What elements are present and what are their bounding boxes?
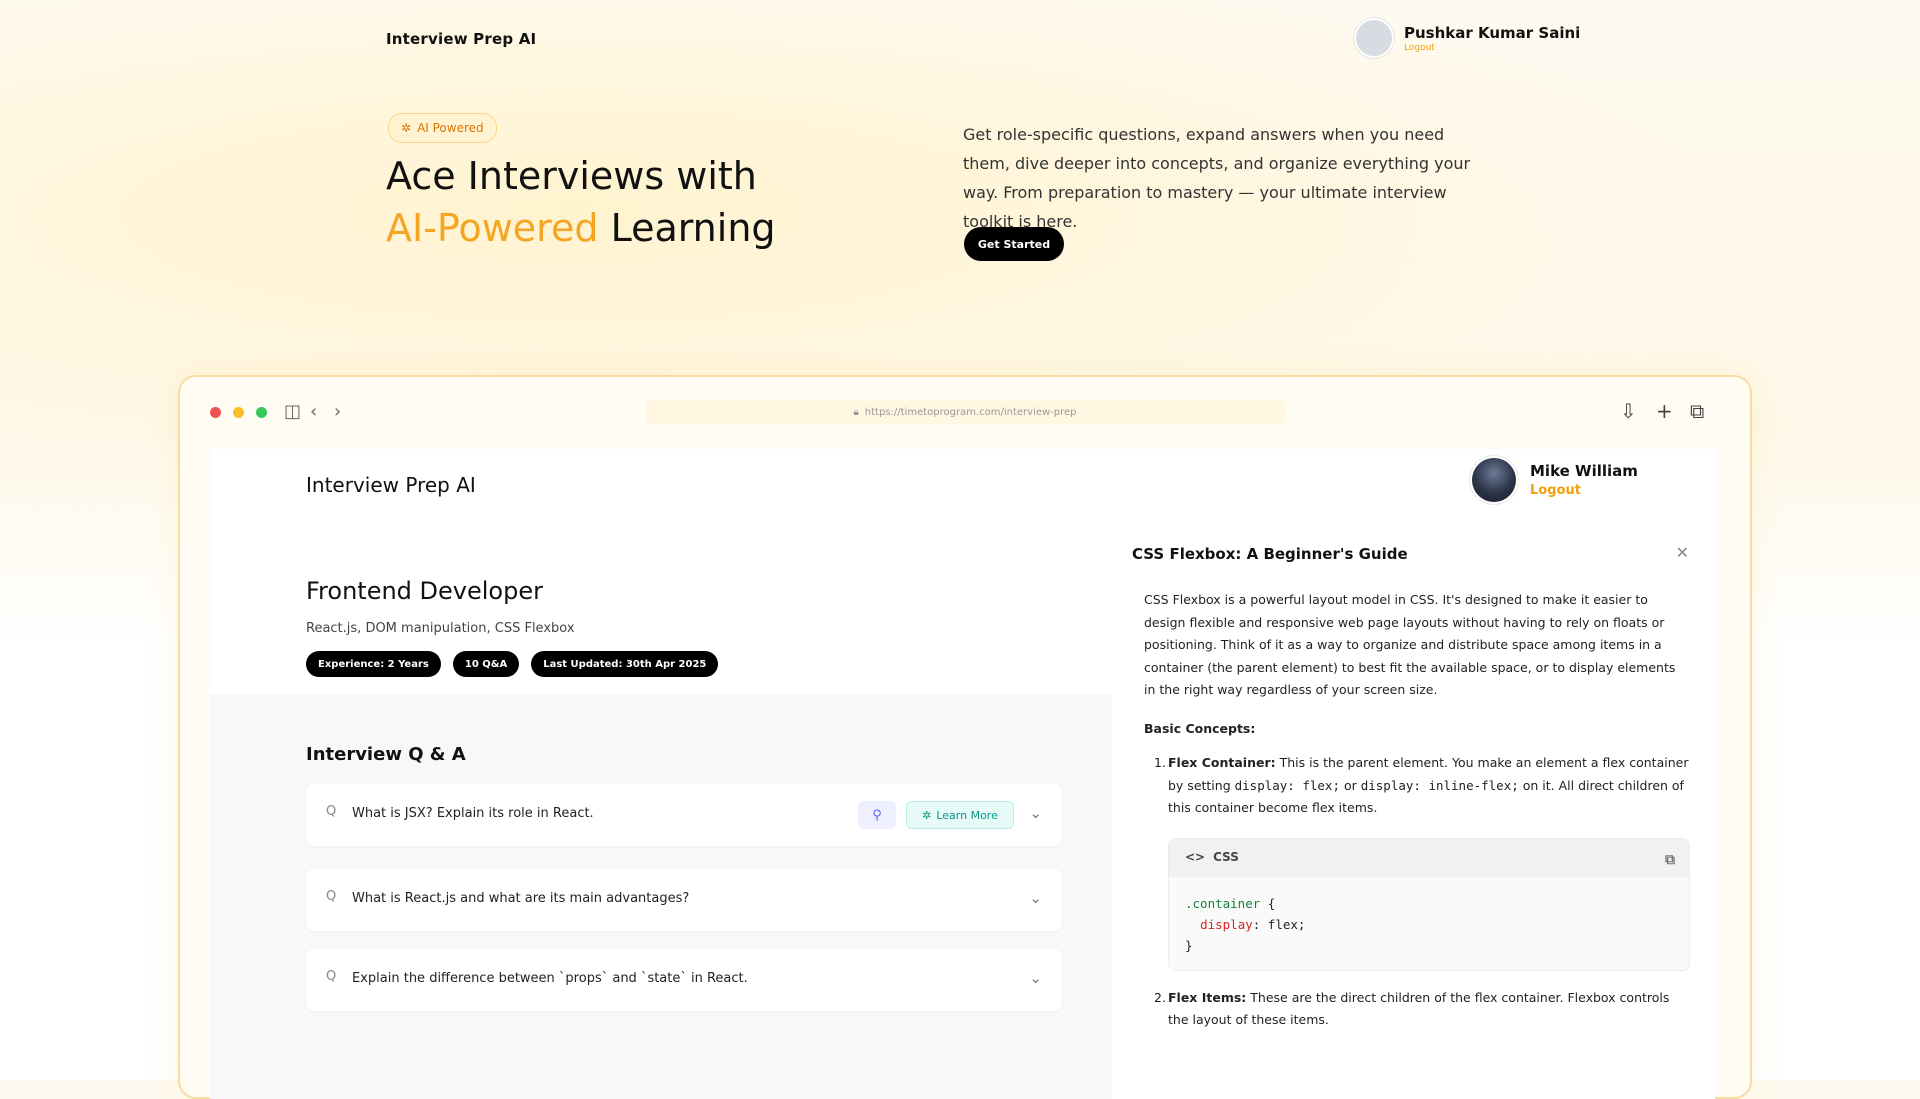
code-block-header: <> CSS ⧉ xyxy=(1169,838,1689,877)
forward-icon[interactable]: › xyxy=(334,401,341,422)
site-user[interactable]: Pushkar Kumar Saini Logout xyxy=(1354,18,1580,58)
app-user-info: Mike William Logout xyxy=(1530,462,1638,498)
question-icon: Q xyxy=(326,889,337,904)
code-block: <> CSS ⧉ .container { display: flex; } xyxy=(1168,837,1690,971)
list-label: Flex Container: xyxy=(1168,755,1276,770)
session-pane: Frontend Developer React.js, DOM manipul… xyxy=(210,519,1112,1099)
pin-button[interactable]: ⚲ xyxy=(858,801,896,829)
get-started-button[interactable]: Get Started xyxy=(964,227,1064,261)
learn-more-label: Learn More xyxy=(936,808,998,822)
copy-icon[interactable]: ⧉ xyxy=(1665,849,1675,872)
inline-code: display: flex; xyxy=(1234,777,1340,793)
badge-label: AI Powered xyxy=(417,121,484,135)
question-icon: Q xyxy=(326,804,337,819)
site-brand[interactable]: Interview Prep AI xyxy=(386,30,536,48)
hero-description: Get role-specific questions, expand answ… xyxy=(963,125,1471,231)
url-text: https://timetoprogram.com/interview-prep xyxy=(864,406,1077,418)
app-user[interactable]: Mike William Logout xyxy=(1472,458,1638,502)
drawer-intro: CSS Flexbox is a powerful layout model i… xyxy=(1144,592,1676,697)
ai-powered-badge: ✲ AI Powered xyxy=(388,113,497,143)
hero-title-rest: Learning xyxy=(598,206,776,250)
section-heading: Basic Concepts: xyxy=(1144,720,1256,736)
hero-title: Ace Interviews with AI-Powered Learning xyxy=(386,150,776,254)
qa-title: Interview Q & A xyxy=(306,744,466,765)
qa-count-pill: 10 Q&A xyxy=(452,651,520,677)
logout-link[interactable]: Logout xyxy=(1530,483,1638,498)
app-header: Interview Prep AI Mike William Logout xyxy=(210,449,1715,520)
sidebar-icon[interactable]: ◫ xyxy=(284,401,301,422)
role-title: Frontend Developer xyxy=(306,577,543,605)
qa-item[interactable]: Q What is JSX? Explain its role in React… xyxy=(306,784,1062,846)
inline-code: display: inline-flex; xyxy=(1360,777,1519,793)
list-number: 1. xyxy=(1154,755,1166,770)
maximize-dot-icon xyxy=(256,407,267,418)
avatar[interactable] xyxy=(1472,458,1516,502)
app-window: Interview Prep AI Mike William Logout Fr… xyxy=(210,449,1715,1099)
list-number: 2. xyxy=(1154,989,1166,1005)
browser-mockup: ◫ ‹ › 🔒︎ https://timetoprogram.com/inter… xyxy=(178,375,1752,1099)
new-tab-icon[interactable]: + xyxy=(1656,399,1673,423)
chevron-down-icon[interactable]: ⌄ xyxy=(1029,969,1042,987)
lock-icon: 🔒︎ xyxy=(853,406,859,418)
url-bar[interactable]: 🔒︎ https://timetoprogram.com/interview-p… xyxy=(645,399,1285,425)
hero-title-line2: AI-Powered Learning xyxy=(386,202,776,254)
learn-more-button[interactable]: ✲ Learn More xyxy=(906,801,1014,829)
session-pills: Experience: 2 Years 10 Q&A Last Updated:… xyxy=(306,651,719,677)
qa-item[interactable]: Q What is React.js and what are its main… xyxy=(306,869,1062,931)
chevron-down-icon[interactable]: ⌄ xyxy=(1029,804,1042,822)
code-content: .container { display: flex; } xyxy=(1185,895,1306,953)
role-topics: React.js, DOM manipulation, CSS Flexbox xyxy=(306,621,575,636)
learn-more-drawer: CSS Flexbox: A Beginner's Guide ✕ CSS Fl… xyxy=(1112,519,1715,1099)
drawer-title: CSS Flexbox: A Beginner's Guide xyxy=(1132,545,1408,563)
site-user-info: Pushkar Kumar Saini Logout xyxy=(1404,24,1580,53)
list-item: 2. Flex Items: These are the direct chil… xyxy=(1144,987,1689,1032)
list-label: Flex Items: xyxy=(1168,989,1247,1005)
question-text: Explain the difference between `props` a… xyxy=(352,971,748,986)
user-name: Mike William xyxy=(1530,462,1638,480)
question-text: What is JSX? Explain its role in React. xyxy=(352,806,594,821)
qa-item[interactable]: Q Explain the difference between `props`… xyxy=(306,949,1062,1011)
avatar[interactable] xyxy=(1354,18,1394,58)
minimize-dot-icon xyxy=(233,407,244,418)
close-icon[interactable]: ✕ xyxy=(1676,543,1689,562)
copy-tabs-icon[interactable]: ⧉ xyxy=(1690,399,1704,423)
code-lang: CSS xyxy=(1213,850,1239,865)
hero-title-accent: AI-Powered xyxy=(386,206,599,250)
sparkle-icon: ✲ xyxy=(922,808,932,822)
user-name: Pushkar Kumar Saini xyxy=(1404,23,1581,42)
close-dot-icon xyxy=(210,407,221,418)
logout-link[interactable]: Logout xyxy=(1404,43,1580,53)
pin-icon: ⚲ xyxy=(872,807,882,823)
list-text: or xyxy=(1339,777,1361,793)
chevron-down-icon[interactable]: ⌄ xyxy=(1029,889,1042,907)
experience-pill: Experience: 2 Years xyxy=(306,651,441,677)
question-icon: Q xyxy=(326,969,337,984)
sparkle-icon: ✲ xyxy=(401,121,412,135)
back-icon[interactable]: ‹ xyxy=(310,401,317,422)
question-text: What is React.js and what are its main a… xyxy=(352,891,690,906)
last-updated-pill: Last Updated: 30th Apr 2025 xyxy=(531,651,719,677)
app-brand[interactable]: Interview Prep AI xyxy=(306,473,476,497)
download-icon[interactable]: ⇩ xyxy=(1620,399,1637,423)
code-icon: <> xyxy=(1185,850,1206,865)
list-item: 1. Flex Container: This is the parent el… xyxy=(1144,752,1689,820)
drawer-body: CSS Flexbox is a powerful layout model i… xyxy=(1144,589,1690,1032)
hero-title-line1: Ace Interviews with xyxy=(386,154,757,198)
